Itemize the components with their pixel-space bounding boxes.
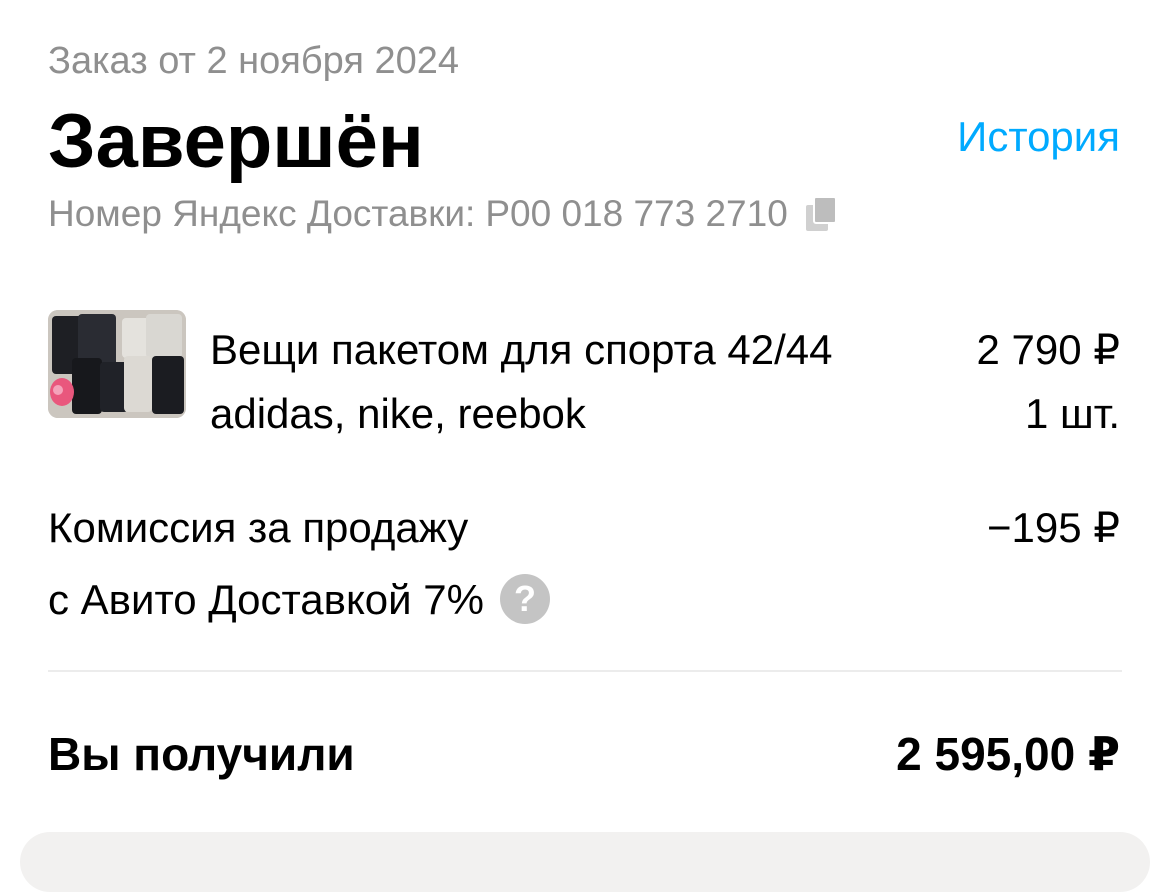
total-label: Вы получили (48, 728, 355, 780)
commission-amount: −195 ₽ (987, 504, 1120, 551)
item-title[interactable]: Вещи пакетом для спорта 42/44 adidas, ni… (210, 318, 920, 446)
tracking-label: Номер Яндекс Доставки: (48, 193, 476, 234)
commission-label: Комиссия за продажу с Авито Доставкой 7%… (48, 492, 748, 636)
divider (48, 670, 1122, 672)
order-status-title: Завершён (48, 99, 424, 184)
tracking-number: P00 018 773 2710 (485, 193, 788, 234)
tracking-row: Номер Яндекс Доставки: P00 018 773 2710 (48, 190, 842, 238)
bottom-card (20, 832, 1150, 892)
order-date: Заказ от 2 ноября 2024 (48, 40, 460, 82)
help-icon[interactable]: ? (500, 573, 550, 624)
total-amount: 2 595,00 ₽ (896, 728, 1120, 780)
item-thumbnail[interactable] (48, 310, 186, 418)
commission-label-line1: Комиссия за продажу (48, 504, 469, 551)
history-link[interactable]: История (957, 112, 1120, 162)
copy-icon[interactable] (802, 193, 842, 235)
commission-label-line2-text: с Авито Доставкой 7% (48, 576, 484, 623)
item-quantity: 1 шт. (1025, 390, 1120, 437)
order-item[interactable]: Вещи пакетом для спорта 42/44 adidas, ni… (48, 310, 1121, 437)
commission-label-line2: с Авито Доставкой 7%? (48, 564, 748, 636)
item-price: 2 790 ₽ (976, 326, 1121, 373)
